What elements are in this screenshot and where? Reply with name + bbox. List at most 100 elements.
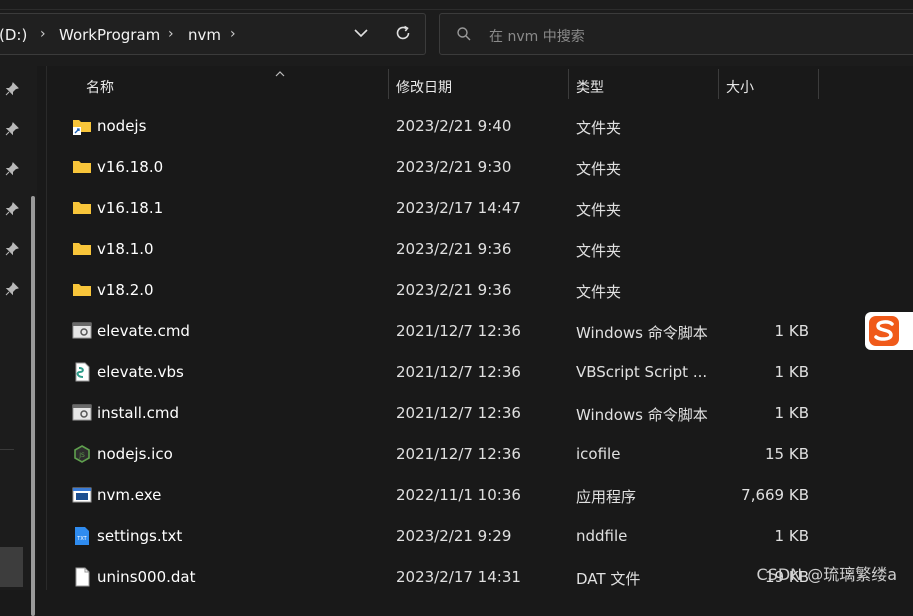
vbs-script-icon [72, 362, 92, 382]
pin-icon[interactable] [5, 122, 19, 136]
column-name[interactable]: 名称 [86, 77, 114, 97]
pin-icon[interactable] [5, 282, 19, 296]
list-item[interactable]: v16.18.1 2023/2/17 14:47 文件夹 [47, 188, 913, 229]
breadcrumb-nvm[interactable]: nvm [188, 26, 221, 44]
file-type: 文件夹 [576, 119, 622, 137]
file-name: nvm.exe [97, 486, 162, 504]
file-name: elevate.vbs [97, 363, 184, 381]
folder-icon [72, 157, 92, 177]
sort-ascending-icon [275, 64, 285, 77]
file-date: 2021/12/7 12:36 [396, 322, 521, 340]
folder-icon [72, 239, 92, 259]
chevron-down-icon[interactable] [351, 23, 377, 47]
file-type: 文件夹 [576, 201, 622, 219]
file-date: 2023/2/21 9:29 [396, 527, 512, 545]
column-date[interactable]: 修改日期 [396, 77, 452, 97]
pin-icon[interactable] [5, 202, 19, 216]
chevron-right-icon[interactable]: › [230, 26, 236, 42]
column-resize-handle[interactable] [388, 69, 389, 99]
nodejs-icon: JS [72, 444, 92, 464]
folder-shortcut-icon [72, 116, 92, 136]
search-icon [456, 26, 472, 46]
list-item[interactable]: nodejs 2023/2/21 9:40 文件夹 [47, 106, 913, 147]
file-name: v18.2.0 [97, 281, 154, 299]
txt-icon: TXT [72, 526, 92, 546]
file-type: Windows 命令脚本 [576, 324, 708, 342]
file-date: 2023/2/17 14:47 [396, 199, 521, 217]
file-size: 1 KB [774, 322, 809, 340]
file-name: settings.txt [97, 527, 183, 545]
file-type: icofile [576, 445, 621, 463]
pin-icon[interactable] [5, 82, 19, 96]
folder-icon [72, 198, 92, 218]
file-name: nodejs.ico [97, 445, 173, 463]
file-type: DAT 文件 [576, 570, 641, 588]
list-item[interactable]: elevate.vbs 2021/12/7 12:36 VBScript Scr… [47, 352, 913, 393]
file-date: 2023/2/21 9:36 [396, 240, 512, 258]
file-type: 文件夹 [576, 283, 622, 301]
file-type: Windows 命令脚本 [576, 406, 708, 424]
file-date: 2023/2/21 9:36 [396, 281, 512, 299]
file-type: 文件夹 [576, 160, 622, 178]
list-item[interactable]: TXT settings.txt 2023/2/21 9:29 nddfile … [47, 516, 913, 557]
search-placeholder: 在 nvm 中搜索 [489, 29, 585, 45]
file-name: elevate.cmd [97, 322, 190, 340]
cmd-script-icon [72, 321, 92, 341]
file-size: 1 KB [774, 363, 809, 381]
file-name: unins000.dat [97, 568, 196, 586]
file-type: VBScript Script ... [576, 363, 708, 381]
dat-file-icon [72, 567, 92, 587]
divider [0, 9, 913, 10]
file-date: 2023/2/17 14:31 [396, 568, 521, 586]
file-name: v18.1.0 [97, 240, 154, 258]
file-date: 2021/12/7 12:36 [396, 445, 521, 463]
file-date: 2021/12/7 12:36 [396, 404, 521, 422]
chevron-right-icon[interactable]: › [168, 26, 174, 42]
file-date: 2023/2/21 9:30 [396, 158, 512, 176]
scrollbar[interactable] [31, 196, 35, 616]
watermark: CSDN @琉璃繁缕a [756, 565, 897, 584]
file-size: 1 KB [774, 404, 809, 422]
chevron-right-icon[interactable]: › [40, 26, 46, 42]
breadcrumb-drive[interactable]: (D:) [0, 26, 27, 44]
svg-text:JS: JS [78, 452, 85, 459]
list-item[interactable]: install.cmd 2021/12/7 12:36 Windows 命令脚本… [47, 393, 913, 434]
search-input[interactable]: 在 nvm 中搜索 [439, 13, 913, 55]
refresh-icon[interactable] [393, 23, 419, 47]
address-bar[interactable]: (D:) › WorkProgram › nvm › [0, 13, 426, 55]
list-item[interactable]: JS nodejs.ico 2021/12/7 12:36 icofile 15… [47, 434, 913, 475]
column-type[interactable]: 类型 [576, 77, 604, 97]
column-resize-handle[interactable] [718, 69, 719, 99]
exe-icon [72, 485, 92, 505]
nav-selected-item[interactable] [0, 547, 23, 587]
file-name: install.cmd [97, 404, 180, 422]
toolbar: (D:) › WorkProgram › nvm › 在 nvm 中搜索 [0, 0, 913, 66]
ime-floating-icon[interactable] [865, 312, 913, 350]
list-item[interactable]: nvm.exe 2022/11/1 10:36 应用程序 7,669 KB [47, 475, 913, 516]
list-item[interactable]: v18.1.0 2023/2/21 9:36 文件夹 [47, 229, 913, 270]
file-size: 1 KB [774, 527, 809, 545]
file-date: 2021/12/7 12:36 [396, 363, 521, 381]
file-size: 7,669 KB [741, 486, 809, 504]
file-type: nddfile [576, 527, 628, 545]
file-name: nodejs [97, 117, 147, 135]
file-type: 文件夹 [576, 242, 622, 260]
cmd-script-icon [72, 403, 92, 423]
column-resize-handle[interactable] [568, 69, 569, 99]
file-date: 2023/2/21 9:40 [396, 117, 512, 135]
column-resize-handle[interactable] [818, 69, 819, 99]
folder-icon [72, 280, 92, 300]
file-type: 应用程序 [576, 488, 637, 506]
list-item[interactable]: v16.18.0 2023/2/21 9:30 文件夹 [47, 147, 913, 188]
column-size[interactable]: 大小 [726, 77, 754, 97]
breadcrumb-workprogram[interactable]: WorkProgram [59, 26, 160, 44]
file-size: 15 KB [765, 445, 809, 463]
column-header-row: 名称 修改日期 类型 大小 [47, 66, 913, 102]
svg-text:TXT: TXT [76, 536, 87, 542]
pin-icon[interactable] [5, 242, 19, 256]
file-name: v16.18.1 [97, 199, 164, 217]
navigation-pane [0, 66, 37, 616]
pin-icon[interactable] [5, 162, 19, 176]
list-item[interactable]: v18.2.0 2023/2/21 9:36 文件夹 [47, 270, 913, 311]
list-item[interactable]: elevate.cmd 2021/12/7 12:36 Windows 命令脚本… [47, 311, 913, 352]
